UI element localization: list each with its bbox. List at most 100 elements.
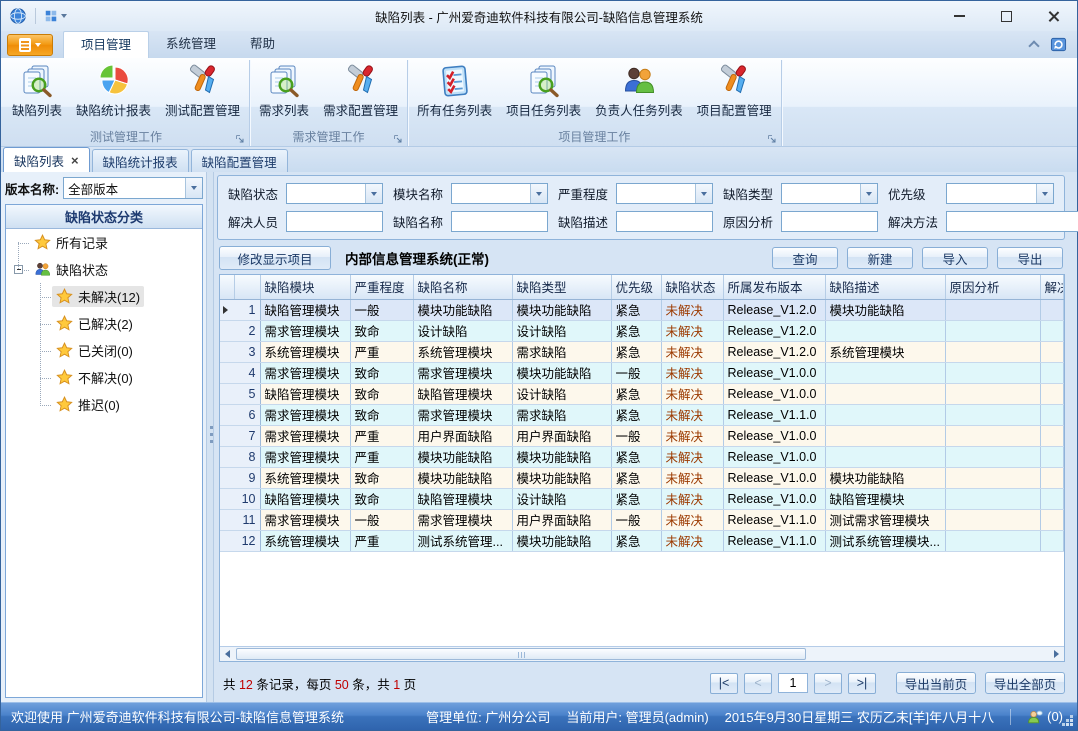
grid-cell[interactable]: 紧急 [611,383,661,404]
ribbon-button[interactable]: 测试配置管理 [158,61,247,120]
tree-item[interactable]: 所有记录 [6,229,202,256]
grid-cell[interactable]: 模块功能缺陷 [825,467,945,488]
grid-cell[interactable]: 缺陷管理模块 [413,488,512,509]
scroll-right-arrow-icon[interactable] [1049,647,1064,661]
grid-column-header[interactable]: 所属发布版本 [723,275,825,299]
grid-cell[interactable]: 系统管理模块 [260,530,350,551]
grid-cell[interactable]: 未解决 [661,509,723,530]
prev-page-button[interactable]: < [744,673,772,694]
tree-item[interactable]: 不解决(0) [6,364,202,391]
grid-cell[interactable]: 未解决 [661,320,723,341]
grid-column-header[interactable]: 解决方法 [1040,275,1064,299]
grid-cell[interactable]: 需求缺陷 [512,404,611,425]
grid-cell[interactable]: Release_V1.2.0 [723,320,825,341]
grid-cell[interactable]: 未解决 [661,530,723,551]
grid-column-header[interactable]: 缺陷名称 [413,275,512,299]
grid-cell[interactable]: 紧急 [611,488,661,509]
grid-cell[interactable]: 需求管理模块 [260,446,350,467]
grid-cell[interactable]: 模块功能缺陷 [413,299,512,320]
grid-cell[interactable] [1040,530,1064,551]
grid-cell[interactable]: 致命 [350,362,413,383]
grid-cell[interactable]: 未解决 [661,299,723,320]
grid-cell[interactable]: 紧急 [611,320,661,341]
grid-cell[interactable]: 需求缺陷 [512,341,611,362]
grid-cell[interactable]: 需求管理模块 [413,362,512,383]
grid-cell[interactable]: 设计缺陷 [512,488,611,509]
dialog-launcher-icon[interactable] [235,133,245,143]
grid-cell[interactable]: 严重 [350,530,413,551]
grid-cell[interactable]: 模块功能缺陷 [413,467,512,488]
grid-cell[interactable]: 缺陷管理模块 [413,383,512,404]
grid-cell[interactable] [945,530,1040,551]
grid-column-header[interactable]: 缺陷状态 [661,275,723,299]
grid-cell[interactable] [945,404,1040,425]
filter-combo[interactable] [781,183,878,204]
grid-column-header[interactable]: 优先级 [611,275,661,299]
grid-cell[interactable] [945,341,1040,362]
grid-cell[interactable]: 致命 [350,383,413,404]
dialog-launcher-icon[interactable] [767,133,777,143]
grid-cell[interactable]: Release_V1.0.0 [723,362,825,383]
document-tab[interactable]: 缺陷统计报表 [92,149,189,172]
grid-cell[interactable]: 设计缺陷 [413,320,512,341]
grid-cell[interactable]: 系统管理模块 [413,341,512,362]
action-button[interactable]: 查询 [772,247,838,269]
next-page-button[interactable]: > [814,673,842,694]
action-button[interactable]: 新建 [847,247,913,269]
grid-cell[interactable]: 缺陷管理模块 [260,383,350,404]
ribbon-button[interactable]: 需求配置管理 [316,61,405,120]
grid-cell[interactable]: 测试系统管理... [413,530,512,551]
grid-cell[interactable]: 需求管理模块 [260,509,350,530]
filter-input[interactable] [781,211,878,232]
grid-cell[interactable]: Release_V1.1.0 [723,404,825,425]
minimize-button[interactable] [936,1,983,31]
grid-cell[interactable]: 用户界面缺陷 [413,425,512,446]
grid-cell[interactable]: Release_V1.2.0 [723,341,825,362]
grid-cell[interactable]: Release_V1.1.0 [723,509,825,530]
grid-cell[interactable]: 缺陷管理模块 [260,488,350,509]
grid-cell[interactable]: 需求管理模块 [413,404,512,425]
dropdown-arrow-icon[interactable] [530,184,547,203]
grid-cell[interactable]: Release_V1.2.0 [723,299,825,320]
dropdown-arrow-icon[interactable] [365,184,382,203]
grid-cell[interactable]: Release_V1.0.0 [723,425,825,446]
grid-cell[interactable]: 用户界面缺陷 [512,509,611,530]
grid-cell[interactable]: Release_V1.0.0 [723,467,825,488]
grid-cell[interactable]: Release_V1.0.0 [723,383,825,404]
ribbon-tab[interactable]: 帮助 [233,31,292,58]
grid-cell[interactable] [1040,488,1064,509]
grid-cell[interactable]: 需求管理模块 [260,320,350,341]
horizontal-scrollbar[interactable] [220,646,1064,661]
grid-cell[interactable] [1040,341,1064,362]
grid-cell[interactable] [1040,509,1064,530]
grid-cell[interactable]: 致命 [350,404,413,425]
sidebar-splitter[interactable] [206,172,214,702]
grid-cell[interactable]: 系统管理模块 [825,341,945,362]
grid-cell[interactable] [945,362,1040,383]
filter-combo[interactable] [451,183,548,204]
grid-cell[interactable]: 一般 [611,362,661,383]
grid-cell[interactable]: 紧急 [611,530,661,551]
scrollbar-track[interactable] [235,647,1049,661]
filter-input[interactable] [451,211,548,232]
document-tab[interactable]: 缺陷列表× [3,147,90,172]
document-tab[interactable]: 缺陷配置管理 [191,149,288,172]
ribbon-button[interactable]: 缺陷统计报表 [69,61,158,120]
tree-item[interactable]: 缺陷状态 [6,256,202,283]
export-all-pages-button[interactable]: 导出全部页 [985,672,1065,694]
quick-access-toolbar-button[interactable] [44,9,67,23]
grid-cell[interactable]: 紧急 [611,467,661,488]
grid-column-header[interactable]: 缺陷描述 [825,275,945,299]
grid-cell[interactable]: 严重 [350,425,413,446]
action-button[interactable]: 导出 [997,247,1063,269]
grid-cell[interactable] [1040,404,1064,425]
help-window-icon[interactable] [1050,36,1067,53]
ribbon-button[interactable]: 负责人任务列表 [588,61,690,120]
filter-combo[interactable] [616,183,713,204]
maximize-button[interactable] [983,1,1030,31]
ribbon-button[interactable]: 需求列表 [252,61,316,120]
grid-cell[interactable] [945,425,1040,446]
page-number-input[interactable] [778,673,808,693]
export-current-page-button[interactable]: 导出当前页 [896,672,976,694]
action-button[interactable]: 导入 [922,247,988,269]
